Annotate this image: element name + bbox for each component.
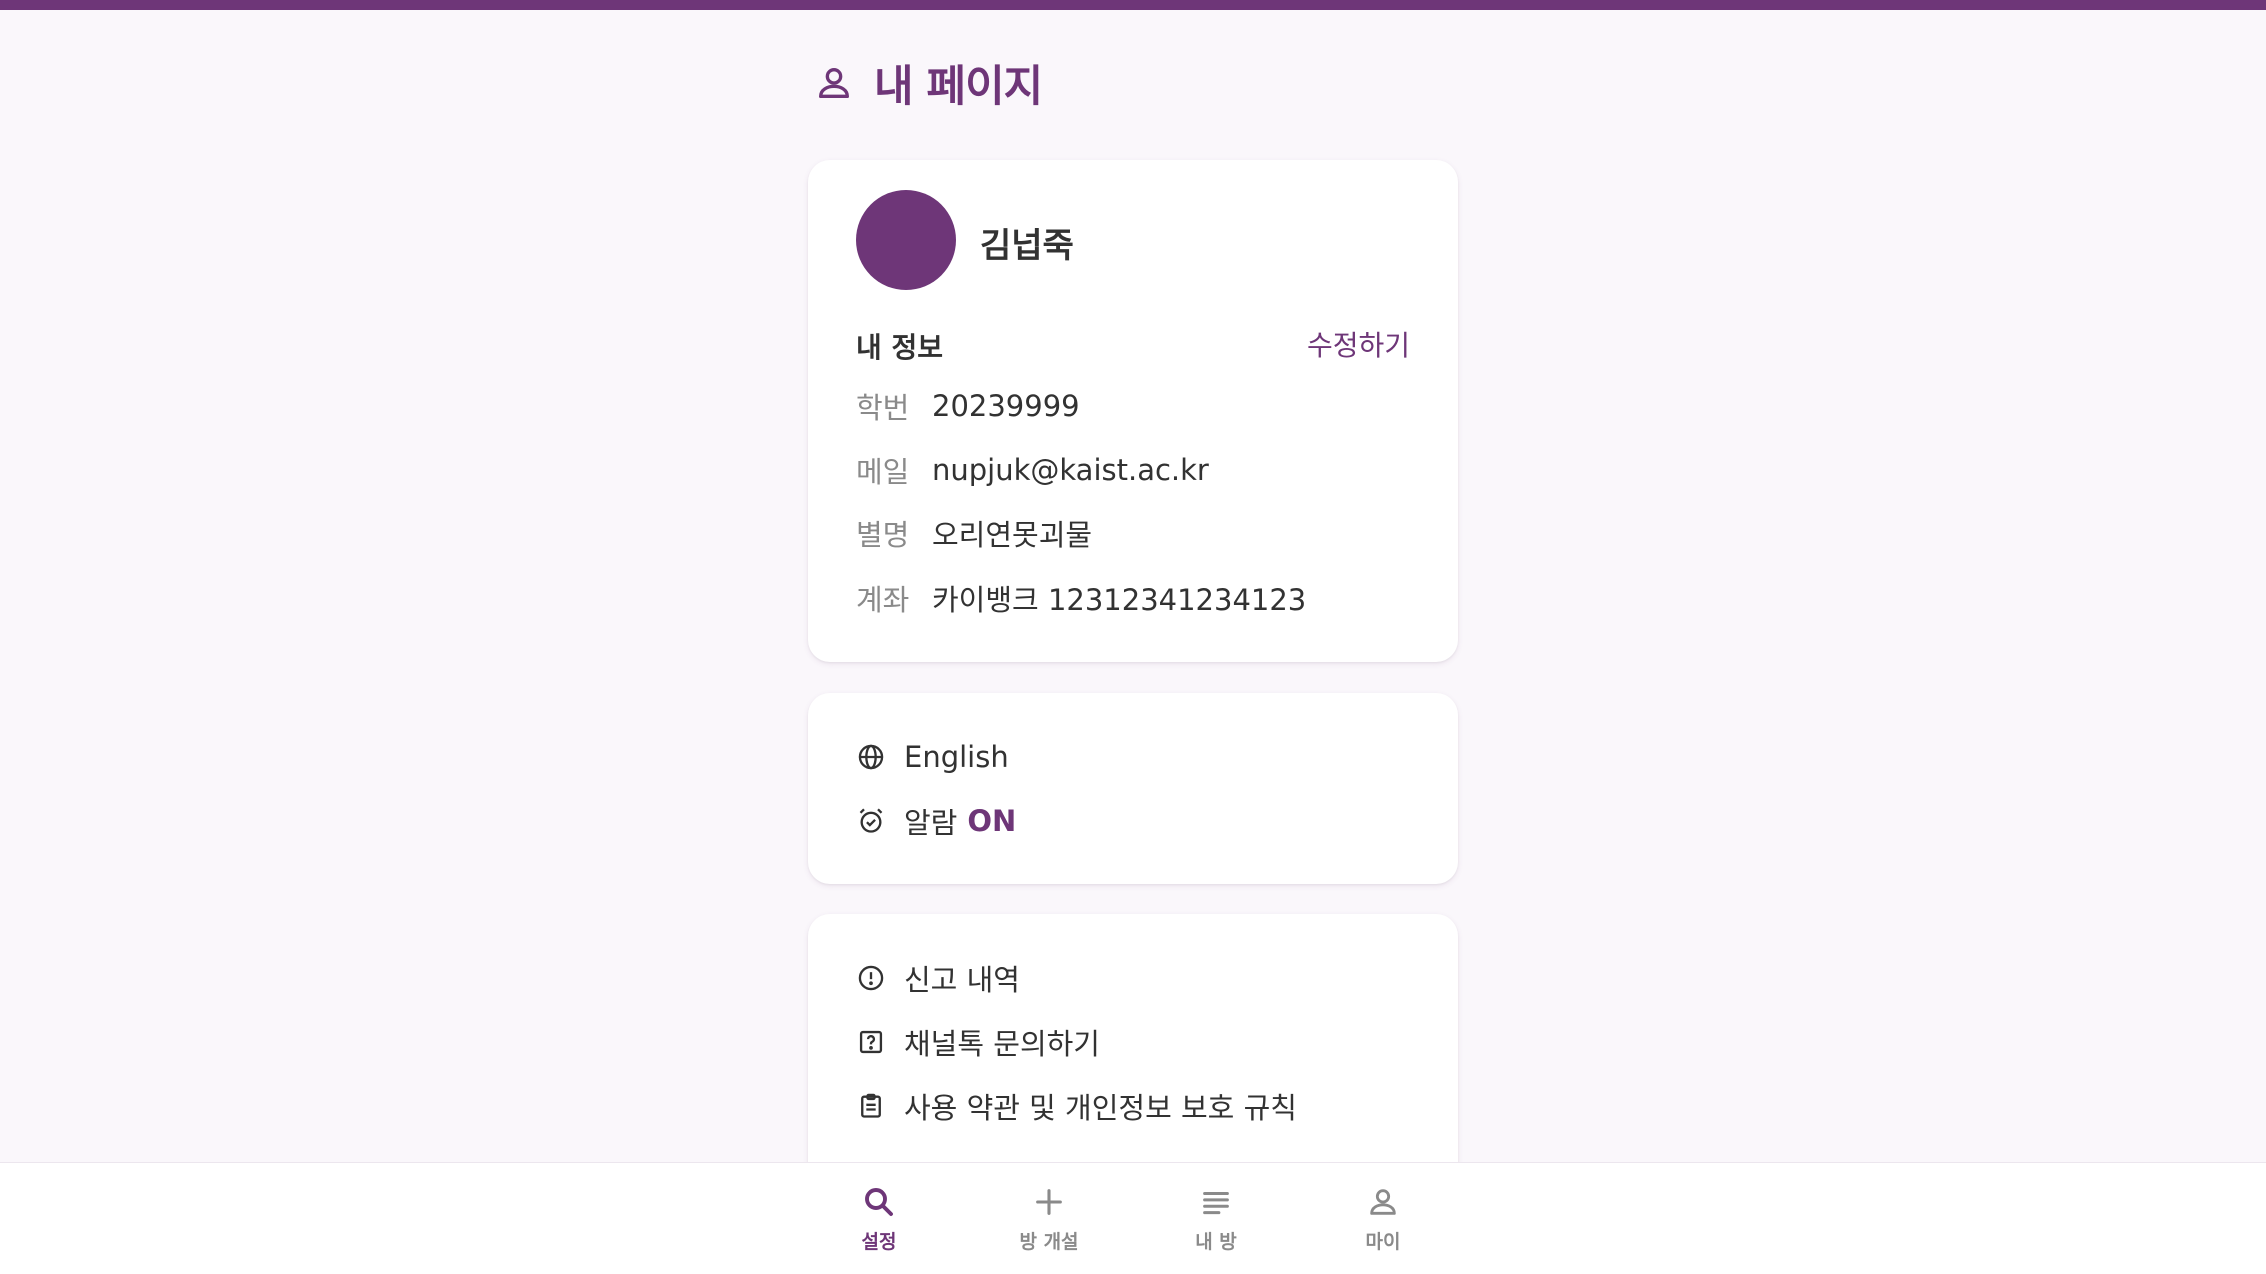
alarm-toggle[interactable]: 알람 ON	[856, 799, 1016, 843]
link-label: 사용 약관 및 개인정보 보호 규칙	[904, 1091, 1297, 1125]
person-icon	[1364, 1183, 1402, 1221]
edit-profile-button[interactable]: 수정하기	[1307, 324, 1410, 364]
nav-label: 방 개설	[1019, 1231, 1079, 1253]
info-label: 계좌	[856, 583, 910, 617]
page-title: 내 페이지	[814, 58, 1043, 112]
language-toggle[interactable]: English	[856, 735, 1009, 779]
info-value: 20239999	[932, 389, 1080, 423]
info-row-account: 계좌 카이뱅크 12312341234123	[856, 578, 1306, 618]
info-value: nupjuk@kaist.ac.kr	[932, 453, 1209, 487]
terms-privacy-item[interactable]: 사용 약관 및 개인정보 보호 규칙	[856, 1084, 1297, 1128]
info-label: 별명	[856, 518, 910, 552]
nav-label: 내 방	[1195, 1231, 1237, 1253]
person-icon	[819, 68, 849, 99]
alarm-icon	[856, 806, 886, 836]
nav-search[interactable]: 설정	[809, 1183, 949, 1263]
info-label: 학번	[856, 391, 910, 425]
alert-circle-icon	[856, 963, 886, 993]
nav-label: 마이	[1365, 1231, 1401, 1253]
globe-icon	[856, 742, 886, 772]
top-accent-bar	[0, 0, 2266, 10]
question-box-icon	[856, 1027, 886, 1057]
page-title-text: 내 페이지	[874, 62, 1043, 112]
info-value: 오리연못괴물	[932, 518, 1093, 552]
list-icon	[1197, 1183, 1235, 1221]
info-label: 메일	[856, 455, 910, 489]
nav-create-room[interactable]: 방 개설	[979, 1183, 1119, 1263]
channeltalk-inquiry-item[interactable]: 채널톡 문의하기	[856, 1020, 1100, 1064]
alarm-label: 알람	[904, 806, 958, 840]
my-info-title: 내 정보	[856, 331, 944, 364]
bottom-navigation: 설정 방 개설 내 방 마이	[0, 1162, 2266, 1274]
info-row-student-id: 학번 20239999	[856, 386, 1080, 426]
info-row-email: 메일 nupjuk@kaist.ac.kr	[856, 450, 1209, 490]
avatar	[856, 190, 956, 290]
search-icon	[860, 1183, 898, 1221]
alarm-status: ON	[967, 804, 1017, 838]
user-name: 김넙죽	[980, 226, 1074, 266]
language-label: English	[904, 740, 1009, 774]
nav-my-page[interactable]: 마이	[1313, 1183, 1453, 1263]
link-label: 신고 내역	[904, 963, 1020, 997]
profile-card: 김넙죽 내 정보 수정하기 학번 20239999 메일 nupjuk@kais…	[808, 160, 1458, 662]
plus-icon	[1030, 1183, 1068, 1221]
clipboard-icon	[856, 1091, 886, 1121]
report-history-item[interactable]: 신고 내역	[856, 956, 1020, 1000]
settings-card: English 알람 ON	[808, 693, 1458, 884]
info-value: 카이뱅크 12312341234123	[932, 583, 1307, 617]
nav-label: 설정	[861, 1231, 897, 1253]
link-label: 채널톡 문의하기	[904, 1027, 1100, 1061]
nav-my-rooms[interactable]: 내 방	[1146, 1183, 1286, 1263]
info-row-nickname: 별명 오리연못괴물	[856, 513, 1092, 553]
